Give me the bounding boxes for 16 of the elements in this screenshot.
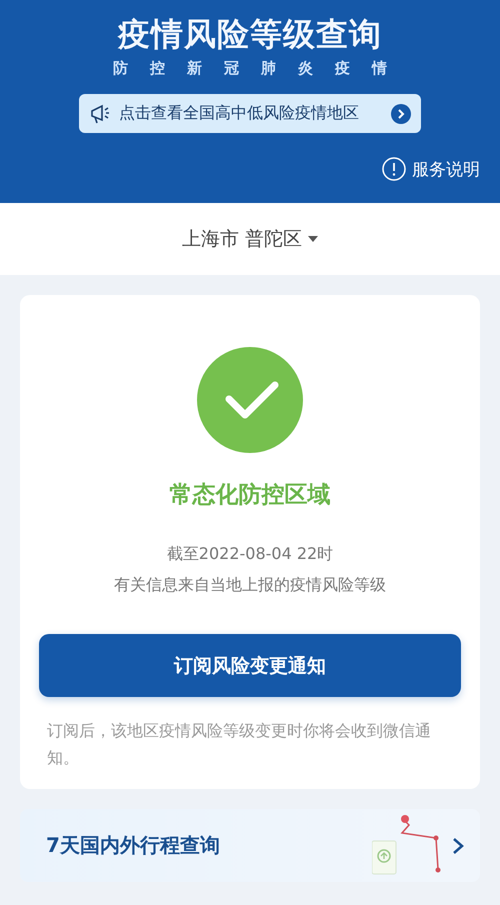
check-circle-icon [197, 347, 303, 453]
service-info-link[interactable]: 服务说明 [382, 157, 480, 181]
dropdown-caret-icon [308, 236, 318, 242]
chevron-right-icon [391, 104, 411, 124]
subscribe-button[interactable]: 订阅风险变更通知 [39, 634, 461, 697]
updated-time: 截至2022-08-04 22时 [166, 544, 334, 565]
subscribe-note: 订阅后，该地区疫情风险等级变更时你将会收到微信通知。 [46, 720, 432, 769]
chevron-right-icon [452, 836, 464, 854]
source-note: 有关信息来自当地上报的疫情风险等级 [114, 575, 386, 596]
location-selector[interactable]: 上海市 普陀区 [0, 203, 500, 275]
risk-areas-banner[interactable]: 点击查看全国高中低风险疫情地区 [79, 94, 421, 133]
page-title: 疫情风险等级查询 [118, 14, 382, 54]
risk-level-text: 常态化防控区域 [170, 481, 330, 510]
info-icon [382, 157, 406, 181]
trip-query-card[interactable]: 7天国内外行程查询 [20, 809, 480, 882]
page-subtitle: 防控新冠肺炎疫情 [113, 58, 409, 78]
